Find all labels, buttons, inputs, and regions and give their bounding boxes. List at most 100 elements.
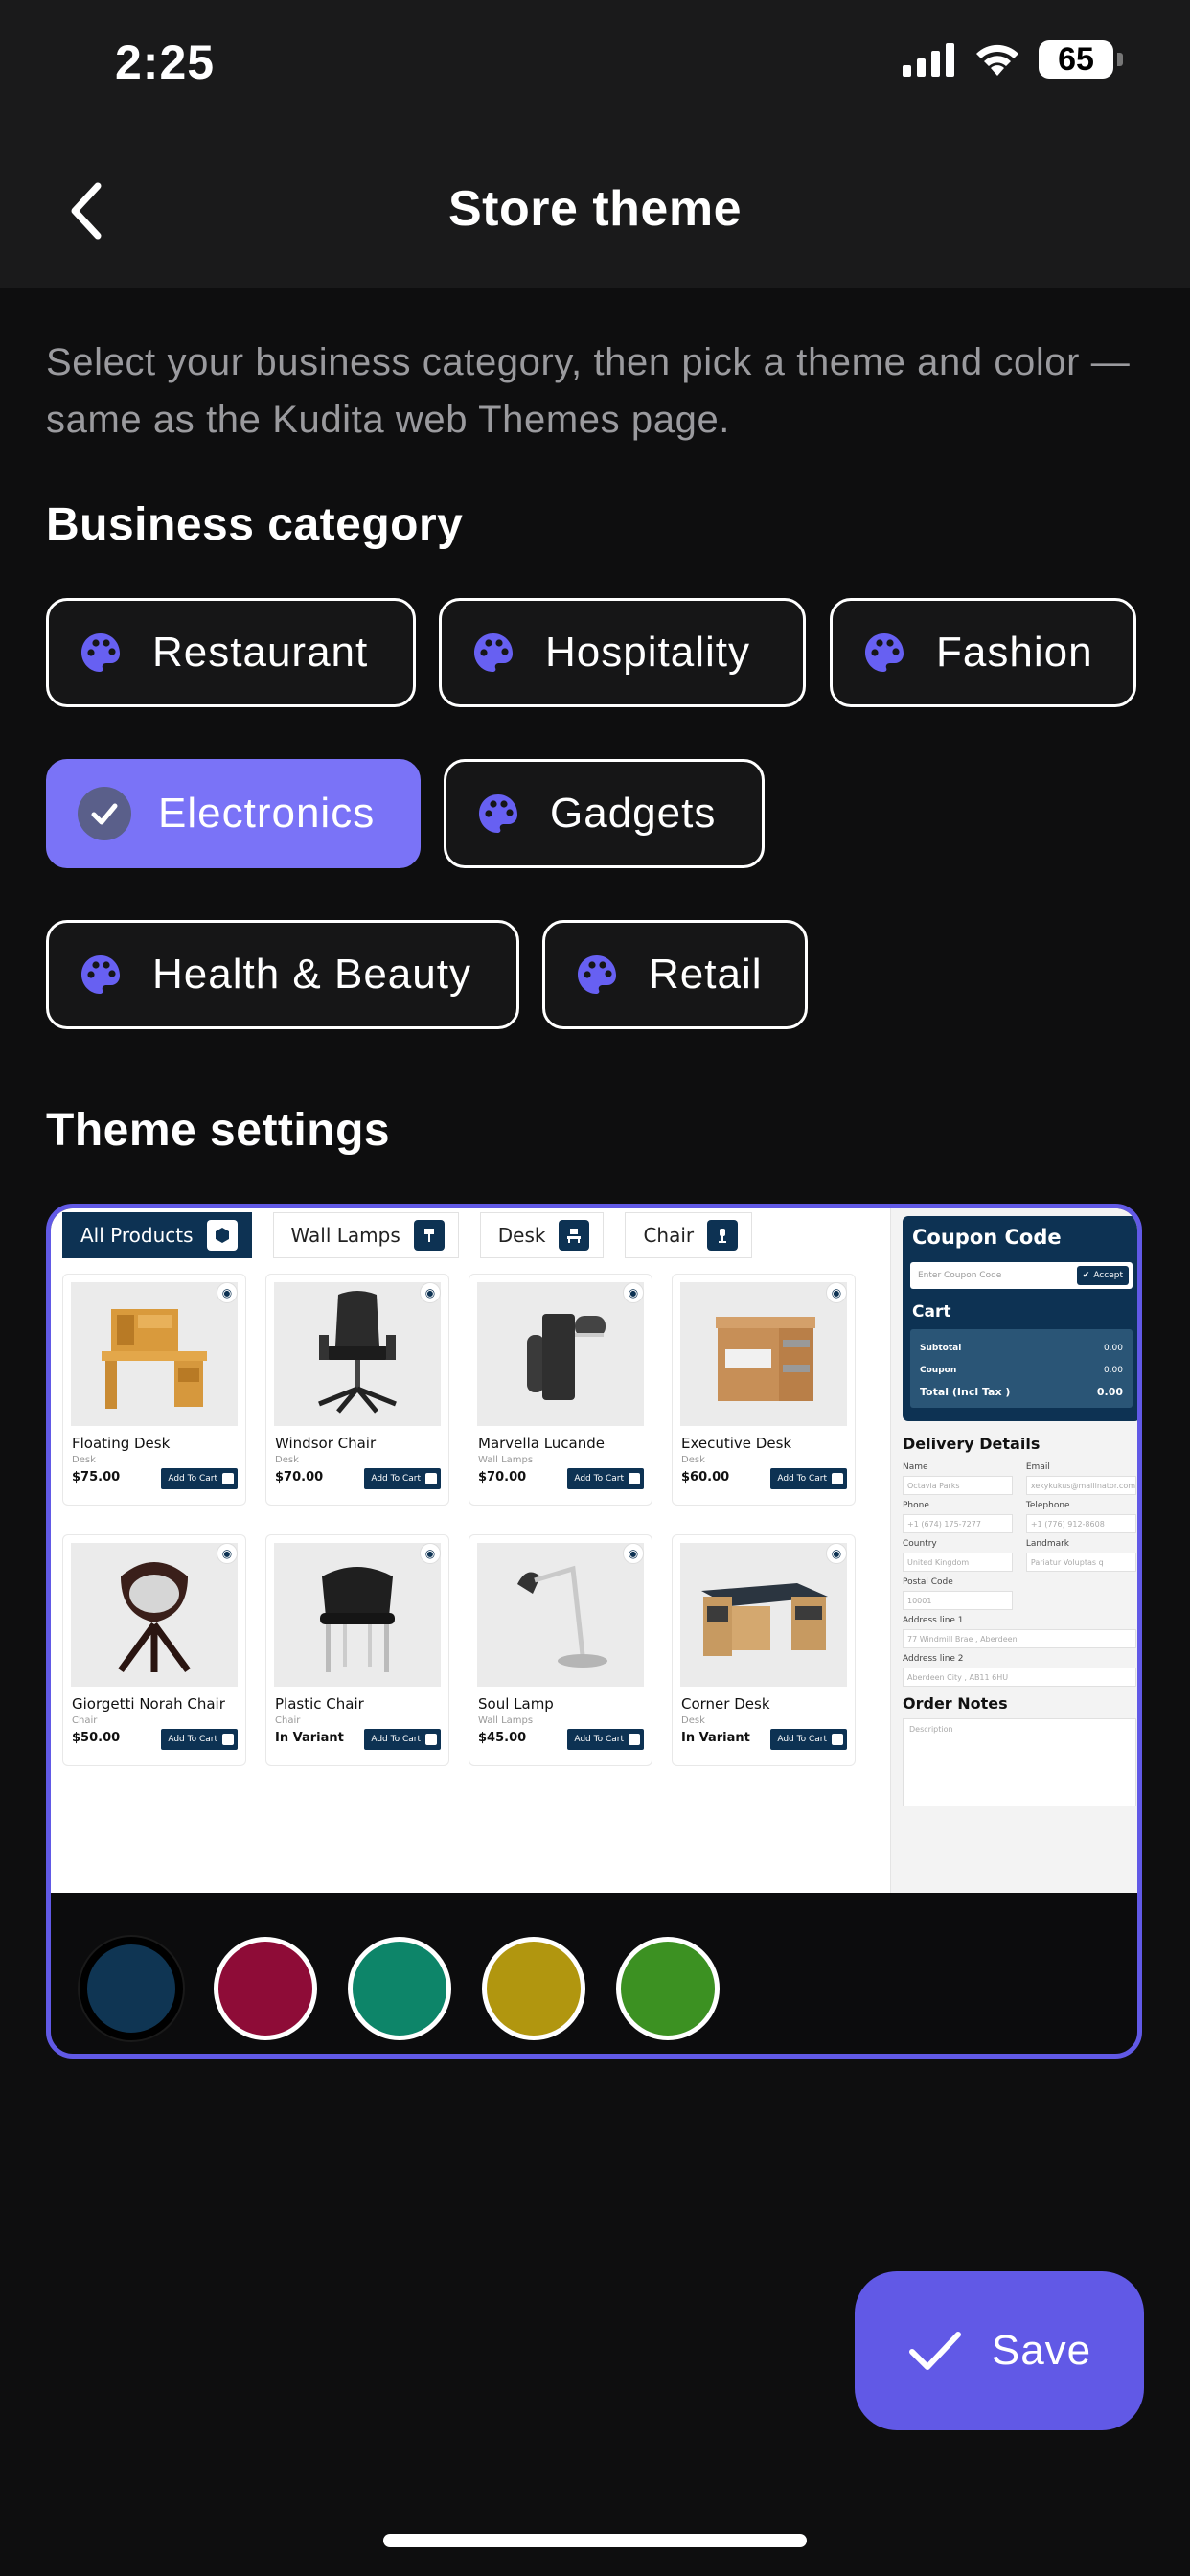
- eye-icon[interactable]: ◉: [623, 1282, 644, 1303]
- category-chip-fashion[interactable]: Fashion: [830, 598, 1136, 707]
- product-name: Executive Desk: [681, 1435, 792, 1452]
- postal-code-input[interactable]: 10001: [903, 1591, 1013, 1610]
- add-to-cart-button[interactable]: Add To Cart: [364, 1729, 441, 1750]
- save-button[interactable]: Save: [855, 2271, 1144, 2430]
- eye-icon[interactable]: ◉: [217, 1282, 238, 1303]
- cart-icon: [222, 1734, 234, 1745]
- address-line-1-input[interactable]: 77 Windmill Brae , Aberdeen: [903, 1629, 1136, 1648]
- status-time: 2:25: [115, 35, 216, 89]
- product-card[interactable]: ◉ Marvella Lucande Wall Lamps $70.00 Add…: [469, 1274, 652, 1506]
- eye-icon[interactable]: ◉: [420, 1543, 441, 1564]
- address-line-2-input[interactable]: Aberdeen City , AB11 6HU: [903, 1668, 1136, 1687]
- color-swatch-crimson[interactable]: [214, 1937, 317, 2040]
- add-to-cart-button[interactable]: Add To Cart: [567, 1729, 644, 1750]
- cellular-signal-icon: [903, 43, 954, 77]
- field-label: Email: [1025, 1462, 1050, 1472]
- name-input[interactable]: Octavia Parks: [903, 1476, 1013, 1495]
- eye-icon[interactable]: ◉: [420, 1282, 441, 1303]
- category-chip-health-beauty[interactable]: Health & Beauty: [46, 920, 519, 1029]
- category-chip-restaurant[interactable]: Restaurant: [46, 598, 416, 707]
- product-card[interactable]: ◉ Corner Desk Desk In Variant Add To Car…: [672, 1534, 856, 1766]
- coupon-placeholder: Enter Coupon Code: [918, 1271, 1002, 1280]
- delivery-fields: Name Octavia Parks Email xekykukus@mailina…: [903, 1462, 1136, 1616]
- delivery-field-postal-code: Postal Code 10001: [903, 1577, 1013, 1610]
- palette-icon: [81, 955, 120, 994]
- accept-coupon-button[interactable]: ✔ Accept: [1076, 1266, 1129, 1285]
- accept-label: Accept: [1093, 1271, 1123, 1280]
- preview-tab-desk[interactable]: Desk: [479, 1212, 605, 1258]
- telephone-input[interactable]: +1 (776) 912-8608: [1025, 1514, 1136, 1533]
- add-to-cart-button[interactable]: Add To Cart: [567, 1468, 644, 1489]
- color-swatch-navy[interactable]: [80, 1937, 183, 2040]
- preview-tab-chair[interactable]: Chair: [625, 1212, 753, 1258]
- order-notes-input[interactable]: Description: [903, 1718, 1136, 1806]
- category-chip-electronics[interactable]: Electronics: [46, 759, 421, 868]
- product-price: $75.00: [72, 1470, 121, 1484]
- preview-tab-label: Desk: [497, 1224, 546, 1247]
- business-category-title: Business category: [46, 499, 464, 550]
- product-category: Desk: [681, 1455, 705, 1465]
- cart-icon: [629, 1473, 640, 1484]
- product-card[interactable]: ◉ Executive Desk Desk $60.00 Add To Cart: [672, 1274, 856, 1506]
- color-swatch-mustard[interactable]: [482, 1937, 585, 2040]
- preview-tab-all-products[interactable]: All Products: [62, 1212, 252, 1258]
- battery-level: 65: [1058, 40, 1094, 78]
- preview-tab-label: Wall Lamps: [290, 1224, 400, 1247]
- cart-row-total: Total (Incl Tax ) 0.00: [920, 1381, 1123, 1403]
- cart-row-value: 0.00: [1103, 1365, 1123, 1375]
- status-icons: 65: [903, 40, 1123, 79]
- preview-tab-wall-lamps[interactable]: Wall Lamps: [272, 1212, 459, 1258]
- palette-icon: [81, 633, 120, 672]
- category-chip-hospitality[interactable]: Hospitality: [439, 598, 806, 707]
- product-price: $45.00: [478, 1731, 527, 1745]
- eye-icon[interactable]: ◉: [217, 1543, 238, 1564]
- add-to-cart-label: Add To Cart: [777, 1735, 827, 1744]
- wall-lamp-image: [477, 1282, 644, 1426]
- eye-icon[interactable]: ◉: [623, 1543, 644, 1564]
- product-name: Soul Lamp: [478, 1695, 554, 1713]
- product-card[interactable]: ◉ Soul Lamp Wall Lamps $45.00 Add To Car…: [469, 1534, 652, 1766]
- product-category: Wall Lamps: [478, 1715, 534, 1726]
- color-swatch-green[interactable]: [616, 1937, 720, 2040]
- delivery-field-phone: Phone +1 (674) 175-7277: [903, 1501, 1013, 1533]
- checkmark-icon: [908, 2332, 961, 2370]
- cart-row-label: Coupon: [920, 1365, 957, 1375]
- eye-icon[interactable]: ◉: [826, 1543, 847, 1564]
- phone-input[interactable]: +1 (674) 175-7277: [903, 1514, 1013, 1533]
- office-chair-image: [274, 1282, 441, 1426]
- category-chip-retail[interactable]: Retail: [542, 920, 808, 1029]
- home-indicator[interactable]: [383, 2534, 807, 2547]
- product-card[interactable]: ◉ Plastic Chair Chair In Variant Add To …: [265, 1534, 449, 1766]
- eye-icon[interactable]: ◉: [826, 1282, 847, 1303]
- add-to-cart-button[interactable]: Add To Cart: [161, 1729, 238, 1750]
- add-to-cart-button[interactable]: Add To Cart: [770, 1729, 847, 1750]
- color-swatch-teal[interactable]: [348, 1937, 451, 2040]
- desk-image: [71, 1282, 238, 1426]
- add-to-cart-button[interactable]: Add To Cart: [770, 1468, 847, 1489]
- email-input[interactable]: xekykukus@mailinator.com: [1025, 1476, 1136, 1495]
- theme-preview[interactable]: All Products Wall Lamps Desk Chair ◉ Flo…: [51, 1208, 1137, 1893]
- theme-preview-card[interactable]: All Products Wall Lamps Desk Chair ◉ Flo…: [46, 1204, 1142, 2058]
- corner-desk-image: [680, 1543, 847, 1687]
- palette-icon: [865, 633, 904, 672]
- field-label: Telephone: [1025, 1501, 1070, 1510]
- battery-tip: [1117, 53, 1123, 66]
- coupon-input[interactable]: Enter Coupon Code ✔ Accept: [910, 1262, 1133, 1289]
- add-to-cart-button[interactable]: Add To Cart: [364, 1468, 441, 1489]
- add-to-cart-button[interactable]: Add To Cart: [161, 1468, 238, 1489]
- product-name: Windsor Chair: [275, 1435, 377, 1452]
- category-chip-label: Gadgets: [550, 790, 717, 837]
- category-chip-gadgets[interactable]: Gadgets: [444, 759, 765, 868]
- product-card[interactable]: ◉ Floating Desk Desk $75.00 Add To Cart: [62, 1274, 246, 1506]
- desk-icon: [559, 1220, 590, 1251]
- field-label: Phone: [903, 1501, 929, 1510]
- product-card[interactable]: ◉ Giorgetti Norah Chair Chair $50.00 Add…: [62, 1534, 246, 1766]
- country-input[interactable]: United Kingdom: [903, 1552, 1013, 1572]
- field-label: Postal Code: [903, 1577, 953, 1587]
- product-category: Desk: [681, 1715, 705, 1726]
- landmark-input[interactable]: Pariatur Voluptas q: [1025, 1552, 1136, 1572]
- preview-tab-label: All Products: [80, 1224, 194, 1247]
- product-category: Desk: [275, 1455, 299, 1465]
- delivery-field-telephone: Telephone +1 (776) 912-8608: [1025, 1501, 1136, 1533]
- product-card[interactable]: ◉ Windsor Chair Desk $70.00 Add To Cart: [265, 1274, 449, 1506]
